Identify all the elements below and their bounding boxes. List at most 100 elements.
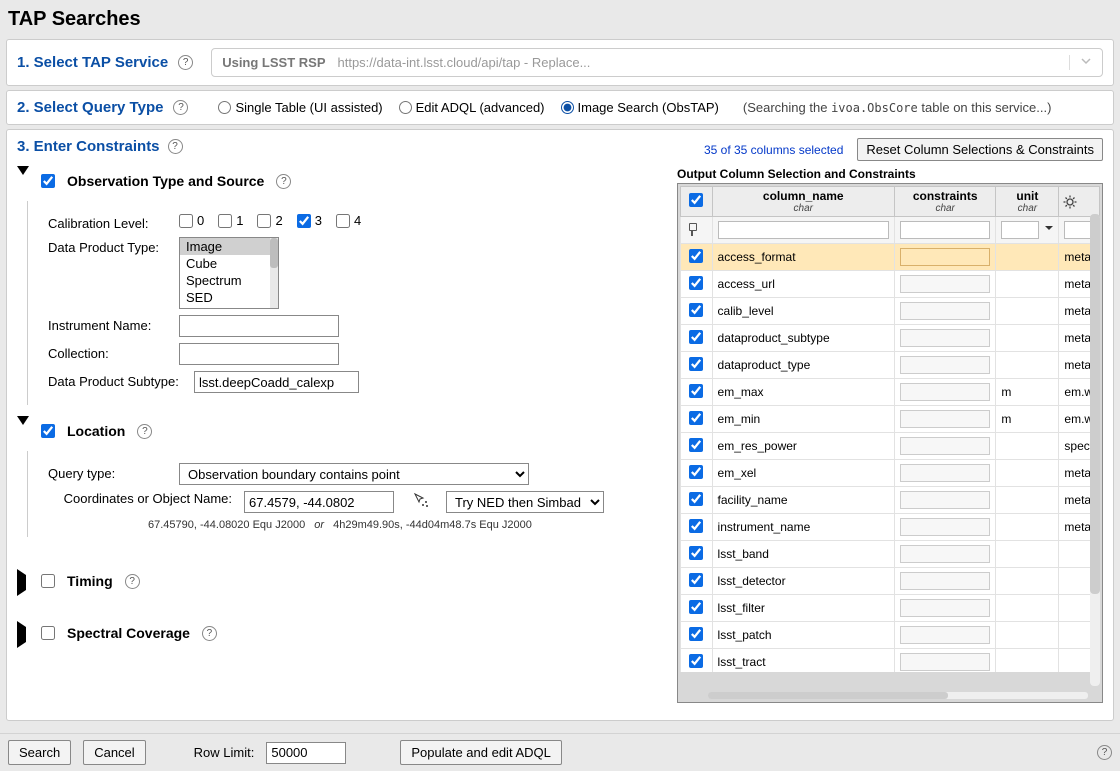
constraints-input[interactable] [900,437,990,455]
constraints-input[interactable] [900,383,990,401]
section-checkbox[interactable] [41,424,55,438]
radio-single-table[interactable]: Single Table (UI assisted) [218,100,382,115]
coords-input[interactable] [244,491,394,513]
filter-constraints-input[interactable] [900,221,990,239]
constraints-input[interactable] [900,599,990,617]
constraints-input[interactable] [900,302,990,320]
calib-level-3[interactable]: 3 [297,213,322,228]
constraints-input[interactable] [900,464,990,482]
section-checkbox[interactable] [41,574,55,588]
calib-checkbox[interactable] [257,214,271,228]
row-checkbox[interactable] [689,519,703,533]
table-row[interactable]: em_xelmeta. [681,460,1100,487]
subtype-input[interactable] [194,371,359,393]
cancel-button[interactable]: Cancel [83,740,145,765]
query-type-select[interactable]: Observation boundary contains point [179,463,529,485]
table-row[interactable]: calib_levelmeta. [681,298,1100,325]
constraints-input[interactable] [900,410,990,428]
calib-level-0[interactable]: 0 [179,213,204,228]
row-checkbox[interactable] [689,384,703,398]
gear-icon[interactable] [1059,187,1100,217]
row-checkbox[interactable] [689,627,703,641]
chevron-down-icon[interactable] [1044,222,1054,236]
table-row[interactable]: dataproduct_subtypemeta. [681,325,1100,352]
row-checkbox[interactable] [689,249,703,263]
pin-icon[interactable] [681,217,713,244]
scrollbar-thumb[interactable] [1090,214,1100,594]
help-icon[interactable]: ? [202,626,217,641]
disclosure-icon[interactable] [17,575,29,587]
table-row[interactable]: dataproduct_typemeta. [681,352,1100,379]
calib-checkbox[interactable] [179,214,193,228]
calib-level-1[interactable]: 1 [218,213,243,228]
list-option[interactable]: Spectrum [180,272,278,289]
help-icon[interactable]: ? [276,174,291,189]
filter-unit-input[interactable] [1001,221,1039,239]
table-row[interactable]: lsst_patch [681,622,1100,649]
constraints-input[interactable] [900,545,990,563]
radio-input[interactable] [218,101,231,114]
column-header-name[interactable]: column_name char [712,187,894,217]
row-checkbox[interactable] [689,465,703,479]
constraints-input[interactable] [900,356,990,374]
constraints-input[interactable] [900,572,990,590]
help-icon[interactable]: ? [125,574,140,589]
disclosure-icon[interactable] [17,425,29,437]
row-checkbox[interactable] [689,411,703,425]
name-resolver-select[interactable]: Try NED then Simbad [446,491,604,513]
row-checkbox[interactable] [689,438,703,452]
table-row[interactable]: access_urlmeta. [681,271,1100,298]
constraints-input[interactable] [900,329,990,347]
constraints-input[interactable] [900,248,990,266]
row-checkbox[interactable] [689,573,703,587]
help-icon[interactable]: ? [168,139,183,154]
section-checkbox[interactable] [41,174,55,188]
table-row[interactable]: lsst_band [681,541,1100,568]
calib-checkbox[interactable] [336,214,350,228]
table-row[interactable]: em_res_powerspect. [681,433,1100,460]
row-checkbox[interactable] [689,276,703,290]
column-header-constraints[interactable]: constraints char [894,187,995,217]
h-scrollbar-thumb[interactable] [708,692,948,699]
target-picker-icon[interactable] [412,491,430,509]
table-row[interactable]: em_minmem.wl [681,406,1100,433]
table-row[interactable]: em_maxmem.wl [681,379,1100,406]
row-checkbox[interactable] [689,546,703,560]
table-row[interactable]: lsst_filter [681,595,1100,622]
section-checkbox[interactable] [41,626,55,640]
radio-edit-adql[interactable]: Edit ADQL (advanced) [399,100,545,115]
row-checkbox[interactable] [689,600,703,614]
row-checkbox[interactable] [689,330,703,344]
filter-name-input[interactable] [718,221,889,239]
calib-checkbox[interactable] [297,214,311,228]
row-checkbox[interactable] [689,303,703,317]
calib-checkbox[interactable] [218,214,232,228]
list-option[interactable]: Image [180,238,278,255]
chevron-down-icon[interactable] [1069,55,1092,70]
help-icon[interactable]: ? [178,55,193,70]
table-row[interactable]: lsst_detector [681,568,1100,595]
row-checkbox[interactable] [689,654,703,668]
constraints-input[interactable] [900,518,990,536]
radio-input[interactable] [561,101,574,114]
radio-input[interactable] [399,101,412,114]
scrollbar-thumb[interactable] [270,238,278,268]
table-row[interactable]: access_formatmeta. [681,244,1100,271]
table-row[interactable]: instrument_namemeta. [681,514,1100,541]
help-icon[interactable]: ? [173,100,188,115]
calib-level-2[interactable]: 2 [257,213,282,228]
row-checkbox[interactable] [689,357,703,371]
constraints-input[interactable] [900,275,990,293]
search-button[interactable]: Search [8,740,71,765]
disclosure-icon[interactable] [17,627,29,639]
disclosure-icon[interactable] [17,175,29,187]
column-header-unit[interactable]: unit char [996,187,1059,217]
constraints-input[interactable] [900,653,990,671]
populate-adql-button[interactable]: Populate and edit ADQL [400,740,562,765]
help-icon[interactable]: ? [1097,745,1112,760]
constraints-input[interactable] [900,491,990,509]
list-option[interactable]: SED [180,289,278,306]
constraints-input[interactable] [900,626,990,644]
radio-image-search[interactable]: Image Search (ObsTAP) [561,100,719,115]
instrument-input[interactable] [179,315,339,337]
